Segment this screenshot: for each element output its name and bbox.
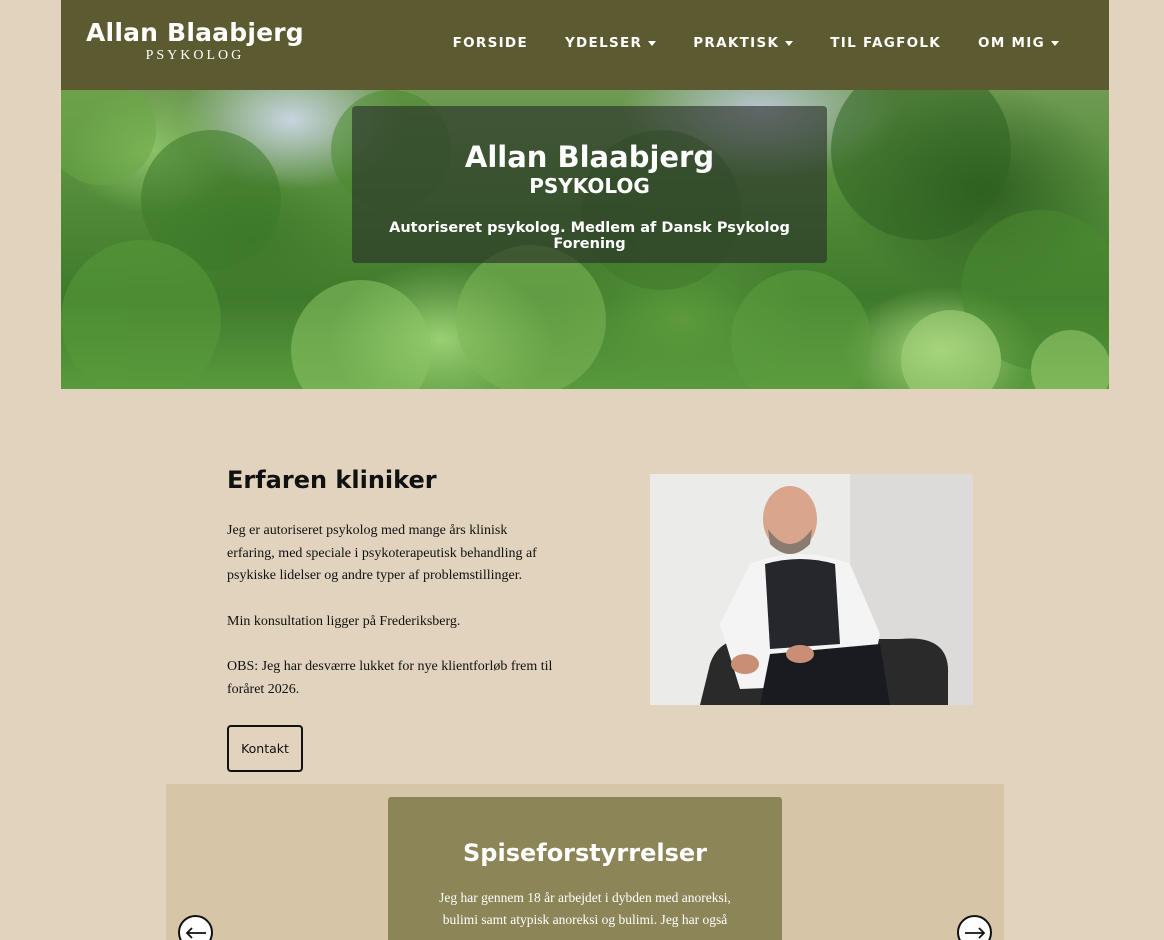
- caret-down-icon: [785, 40, 794, 46]
- nav-item-praktisk[interactable]: PRAKTISK: [693, 35, 794, 51]
- services-slider: Spiseforstyrrelser Jeg har gennem 18 år …: [166, 784, 1004, 940]
- nav-label: TIL FAGFOLK: [830, 35, 942, 51]
- site-container: Allan Blaabjerg PSYKOLOG FORSIDE YDELSER…: [61, 0, 1109, 389]
- nav-label: FORSIDE: [452, 35, 528, 51]
- hero-subtitle: PSYKOLOG: [529, 174, 650, 198]
- nav-label: OM MIG: [978, 35, 1045, 51]
- intro-heading: Erfaren kliniker: [227, 466, 437, 494]
- portrait-illustration: [650, 474, 973, 705]
- slider-prev-button[interactable]: [178, 915, 213, 940]
- nav-item-forside[interactable]: FORSIDE: [453, 35, 528, 51]
- nav-label: PRAKTISK: [693, 35, 780, 51]
- arrow-left-icon: [185, 926, 206, 939]
- slide-card: Spiseforstyrrelser Jeg har gennem 18 år …: [388, 797, 782, 940]
- contact-button[interactable]: Kontakt: [227, 725, 303, 772]
- intro-paragraph: OBS: Jeg har desværre lukket for nye kli…: [227, 659, 553, 697]
- main-nav: FORSIDE YDELSER PRAKTISK TIL FAGFOLK OM …: [416, 35, 1059, 51]
- intro-paragraph: Jeg er autoriseret psykolog med mange år…: [227, 523, 537, 583]
- intro-text: Jeg er autoriseret psykolog med mange år…: [227, 520, 557, 724]
- site-logo[interactable]: Allan Blaabjerg PSYKOLOG: [86, 18, 304, 64]
- logo-subtitle: PSYKOLOG: [145, 48, 245, 63]
- hero-banner: Allan Blaabjerg PSYKOLOG Autoriseret psy…: [61, 90, 1109, 389]
- nav-item-til-fagfolk[interactable]: TIL FAGFOLK: [830, 35, 941, 51]
- caret-down-icon: [648, 40, 657, 46]
- hero-title: Allan Blaabjerg: [464, 140, 715, 174]
- hero-title-box: Allan Blaabjerg PSYKOLOG Autoriseret psy…: [352, 106, 827, 263]
- hero-tagline: Autoriseret psykolog. Medlem af Dansk Ps…: [389, 220, 790, 252]
- site-header: Allan Blaabjerg PSYKOLOG FORSIDE YDELSER…: [61, 0, 1109, 90]
- nav-label: YDELSER: [564, 35, 643, 51]
- logo-name: Allan Blaabjerg: [86, 18, 304, 47]
- arrow-right-icon: [964, 926, 985, 939]
- slider-next-button[interactable]: [957, 915, 992, 940]
- caret-down-icon: [1051, 40, 1059, 46]
- slide-text: Jeg har gennem 18 år arbejdet i dybden m…: [439, 890, 731, 927]
- portrait-photo: [650, 474, 973, 705]
- slide-title: Spiseforstyrrelser: [463, 839, 707, 867]
- intro-paragraph: Min konsultation ligger på Frederiksberg…: [227, 613, 461, 629]
- nav-item-ydelser[interactable]: YDELSER: [564, 35, 657, 51]
- nav-item-om-mig[interactable]: OM MIG: [978, 35, 1059, 51]
